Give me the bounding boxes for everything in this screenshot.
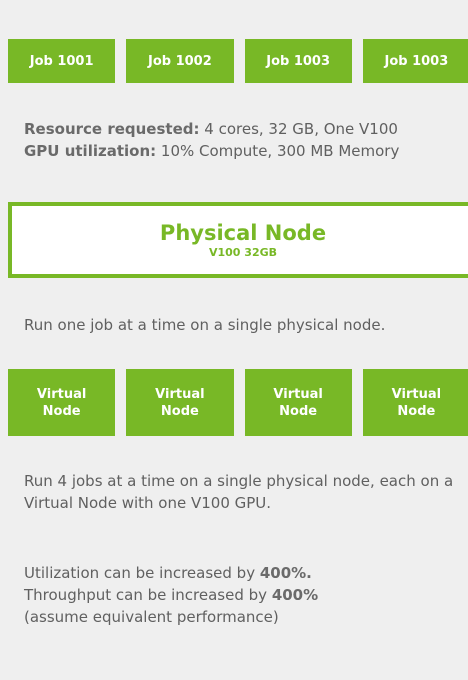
job-row: Job 1001 Job 1002 Job 1003 Job 1003 bbox=[8, 39, 468, 83]
utilization-line: Utilization can be increased by 400%. bbox=[24, 562, 464, 584]
job-box: Job 1003 bbox=[362, 39, 468, 83]
job-box: Job 1003 bbox=[244, 39, 352, 83]
throughput-line: Throughput can be increased by 400% bbox=[24, 584, 464, 606]
virtual-node-box: Virtual Node bbox=[8, 369, 116, 436]
assumption-note: (assume equivalent performance) bbox=[24, 608, 279, 626]
physical-node-subtitle: V100 32GB bbox=[208, 246, 278, 259]
multi-job-description: Run 4 jobs at a time on a single physica… bbox=[24, 472, 454, 512]
virtual-node-label-line2: Node bbox=[42, 403, 81, 419]
virtual-node-label-line1: Virtual bbox=[36, 386, 87, 402]
virtual-node-label-line2: Node bbox=[397, 403, 436, 419]
gpu-utilization-label: GPU utilization: bbox=[24, 142, 157, 160]
virtual-node-label-line1: Virtual bbox=[155, 386, 205, 402]
resource-requested-line: Resource requested: 4 cores, 32 GB, One … bbox=[24, 118, 399, 140]
virtual-node-label-line2: Node bbox=[160, 403, 199, 419]
physical-node-title: Physical Node bbox=[159, 221, 327, 245]
utilization-value: 400%. bbox=[259, 564, 312, 582]
virtual-node-row: Virtual Node Virtual Node Virtual Node V… bbox=[8, 369, 468, 436]
virtual-node-label-line1: Virtual bbox=[391, 386, 442, 402]
utilization-summary: Utilization can be increased by 400%. Th… bbox=[24, 562, 464, 628]
resource-info: Resource requested: 4 cores, 32 GB, One … bbox=[24, 118, 399, 162]
job-box: Job 1002 bbox=[126, 39, 234, 83]
throughput-prefix: Throughput can be increased by bbox=[24, 586, 272, 604]
throughput-value: 400% bbox=[271, 586, 319, 604]
gpu-virtualization-diagram: Job 1001 Job 1002 Job 1003 Job 1003 Reso… bbox=[0, 0, 468, 680]
gpu-utilization-value: 10% Compute, 300 MB Memory bbox=[156, 142, 400, 160]
resource-requested-label: Resource requested: bbox=[24, 120, 200, 138]
job-box: Job 1001 bbox=[8, 39, 116, 83]
physical-node-box: Physical Node V100 32GB bbox=[8, 202, 468, 278]
virtual-node-box: Virtual Node bbox=[362, 369, 468, 436]
resource-requested-value: 4 cores, 32 GB, One V100 bbox=[199, 120, 398, 138]
gpu-utilization-line: GPU utilization: 10% Compute, 300 MB Mem… bbox=[24, 140, 399, 162]
virtual-node-box: Virtual Node bbox=[244, 369, 352, 436]
utilization-prefix: Utilization can be increased by bbox=[24, 564, 260, 582]
single-job-description: Run one job at a time on a single physic… bbox=[24, 316, 386, 334]
virtual-node-box: Virtual Node bbox=[126, 369, 234, 436]
virtual-node-label-line1: Virtual bbox=[273, 386, 323, 402]
virtual-node-label-line2: Node bbox=[279, 403, 318, 419]
